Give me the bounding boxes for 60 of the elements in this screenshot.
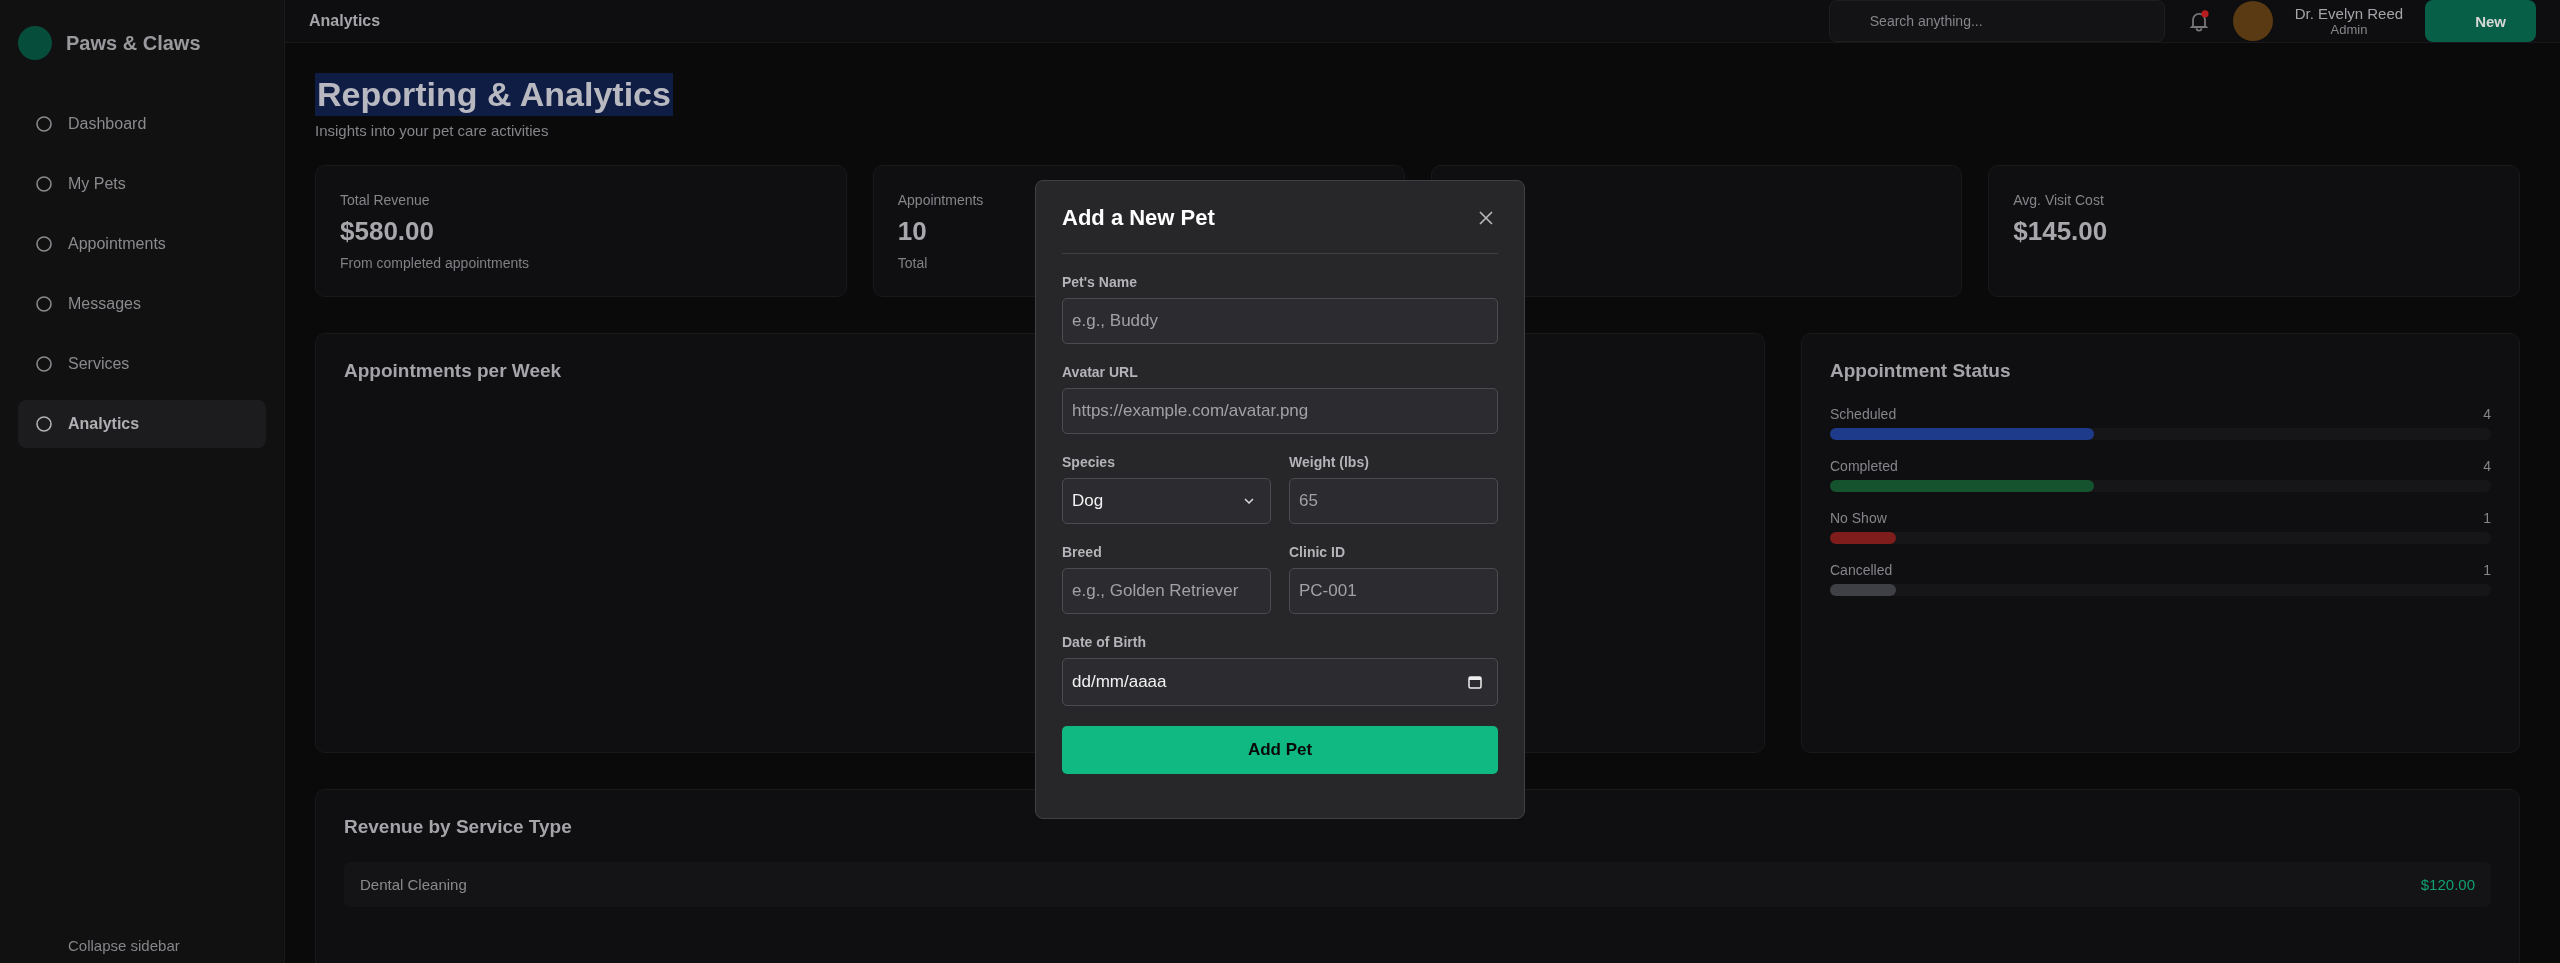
stat-note: Total xyxy=(897,255,928,271)
status-label: No Show xyxy=(1830,510,1887,526)
stat-label: Total Revenue xyxy=(340,192,430,208)
field-label: Breed xyxy=(1062,544,1103,560)
user-role: Admin xyxy=(2330,22,2368,37)
status-count: 1 xyxy=(2483,562,2491,578)
input-field[interactable]: https://example.com/avatar.png xyxy=(1062,388,1498,434)
logo-icon xyxy=(18,26,52,60)
nav-item[interactable]: Analytics xyxy=(18,400,266,448)
field-label: Avatar URL xyxy=(1062,364,1139,380)
panel-title: Revenue by Service Type xyxy=(344,816,572,838)
nav-item[interactable]: Dashboard xyxy=(18,100,266,148)
field-label: Species xyxy=(1062,454,1116,470)
calendar-icon xyxy=(1467,674,1483,690)
input-field[interactable]: e.g., Golden Retriever xyxy=(1062,568,1271,614)
nav-item[interactable]: Appointments xyxy=(18,220,266,268)
field-label: Weight (lbs) xyxy=(1289,454,1370,470)
stat-value: $145.00 xyxy=(2013,216,2108,247)
page-subtitle: Insights into your pet care activities xyxy=(315,122,549,139)
stat-label: Avg. Visit Cost xyxy=(2013,192,2104,208)
circle-icon xyxy=(34,294,54,314)
status-label: Scheduled xyxy=(1830,406,1897,422)
add-pet-button[interactable]: Add Pet xyxy=(1062,726,1498,774)
field-label: Pet's Name xyxy=(1062,274,1138,290)
circle-icon xyxy=(34,414,54,434)
status-count: 4 xyxy=(2483,406,2491,422)
collapse-link[interactable]: Collapse sidebar xyxy=(18,937,266,963)
stat-label: Appointments xyxy=(897,192,984,208)
status-label: Cancelled xyxy=(1830,562,1893,578)
revenue-amount: $120.00 xyxy=(2420,876,2475,893)
user-name: Dr. Evelyn Reed xyxy=(2294,5,2404,22)
field-label: Clinic ID xyxy=(1289,544,1346,560)
status-label: Completed xyxy=(1830,458,1898,474)
panel-title: Appointment Status xyxy=(1830,360,2011,382)
select-field[interactable]: Dog xyxy=(1062,478,1271,524)
stat-value: $580.00 xyxy=(340,216,434,247)
circle-icon xyxy=(34,174,54,194)
service-name: Dental Cleaning xyxy=(360,876,467,893)
circle-icon xyxy=(34,114,54,134)
nav-item[interactable]: My Pets xyxy=(18,160,266,208)
page-title: Reporting & Analytics xyxy=(315,73,673,116)
field-label: Date of Birth xyxy=(1062,634,1147,650)
search-field[interactable]: Search anything... xyxy=(1828,0,2165,42)
page-breadcrumb: Analytics xyxy=(309,12,381,30)
circle-icon xyxy=(34,354,54,374)
nav-item[interactable]: Services xyxy=(18,340,266,388)
panel-title: Appointments per Week xyxy=(344,360,562,382)
status-count: 1 xyxy=(2483,510,2491,526)
modal-title: Add a New Pet xyxy=(1062,205,1215,231)
nav-item[interactable]: Messages xyxy=(18,280,266,328)
stat-note: From completed appointments xyxy=(340,255,530,271)
new-button[interactable]: New xyxy=(2425,0,2536,42)
input-field[interactable]: e.g., Buddy xyxy=(1062,298,1498,344)
status-count: 4 xyxy=(2483,458,2491,474)
brand-name: Paws & Claws xyxy=(66,31,201,55)
input-field[interactable]: PC-001 xyxy=(1289,568,1498,614)
input-field[interactable]: 65 xyxy=(1289,478,1498,524)
circle-icon xyxy=(34,234,54,254)
stat-value: 10 xyxy=(897,216,927,247)
date-field[interactable]: dd/mm/aaaa xyxy=(1062,658,1498,706)
